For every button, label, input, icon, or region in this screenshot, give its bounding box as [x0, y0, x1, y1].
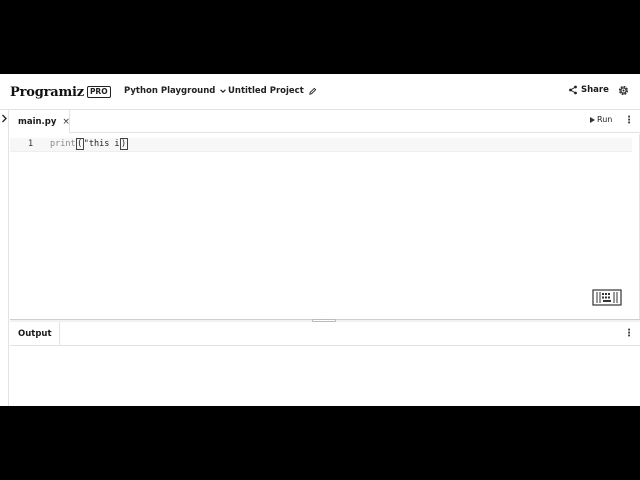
- project-name-button[interactable]: Untitled Project: [228, 86, 317, 96]
- playground-menu-label: Python Playground: [124, 86, 216, 96]
- output-tab-bar: Output ⋮: [10, 322, 640, 346]
- share-icon: [569, 85, 577, 95]
- share-label: Share: [581, 85, 609, 95]
- code-close-paren: ): [119, 138, 128, 150]
- share-button[interactable]: Share: [568, 85, 609, 95]
- code-line-1[interactable]: print("this i): [50, 138, 128, 150]
- pencil-icon: [308, 87, 317, 95]
- chevron-down-icon: [220, 89, 227, 94]
- output-panel: [10, 347, 640, 406]
- run-label: Run: [597, 115, 613, 124]
- project-name-label: Untitled Project: [228, 86, 304, 96]
- editor-more-menu-icon[interactable]: ⋮: [624, 116, 634, 126]
- chevron-right-icon[interactable]: [1, 114, 8, 123]
- line-number: 1: [28, 139, 34, 149]
- playground-menu[interactable]: Python Playground: [124, 86, 227, 96]
- keyboard-icon[interactable]: [592, 289, 622, 306]
- play-icon: [590, 116, 595, 123]
- programiz-logo[interactable]: Programiz PRO: [10, 83, 111, 101]
- logo-text: Programiz: [10, 84, 84, 100]
- gear-icon[interactable]: [617, 84, 630, 97]
- run-button[interactable]: Run: [590, 115, 612, 124]
- code-keyword: print: [50, 139, 76, 149]
- top-header: Programiz PRO Python Playground Untitled…: [0, 74, 640, 110]
- code-editor[interactable]: 1 print("this i): [10, 134, 640, 319]
- collapsed-sidebar: [0, 110, 9, 406]
- app-window: Programiz PRO Python Playground Untitled…: [0, 74, 640, 406]
- code-string: "this i: [83, 139, 120, 149]
- output-tab-label: Output: [18, 329, 52, 339]
- file-tab-label: main.py: [18, 116, 57, 127]
- editor-tab-bar: main.py × Run ⋮: [10, 110, 640, 133]
- pro-badge: PRO: [86, 86, 111, 98]
- output-more-menu-icon[interactable]: ⋮: [624, 329, 634, 339]
- close-icon[interactable]: ×: [62, 117, 70, 127]
- file-tab-main[interactable]: main.py ×: [10, 110, 70, 133]
- code-open-paren: (: [75, 138, 84, 150]
- output-tab[interactable]: Output: [10, 322, 60, 346]
